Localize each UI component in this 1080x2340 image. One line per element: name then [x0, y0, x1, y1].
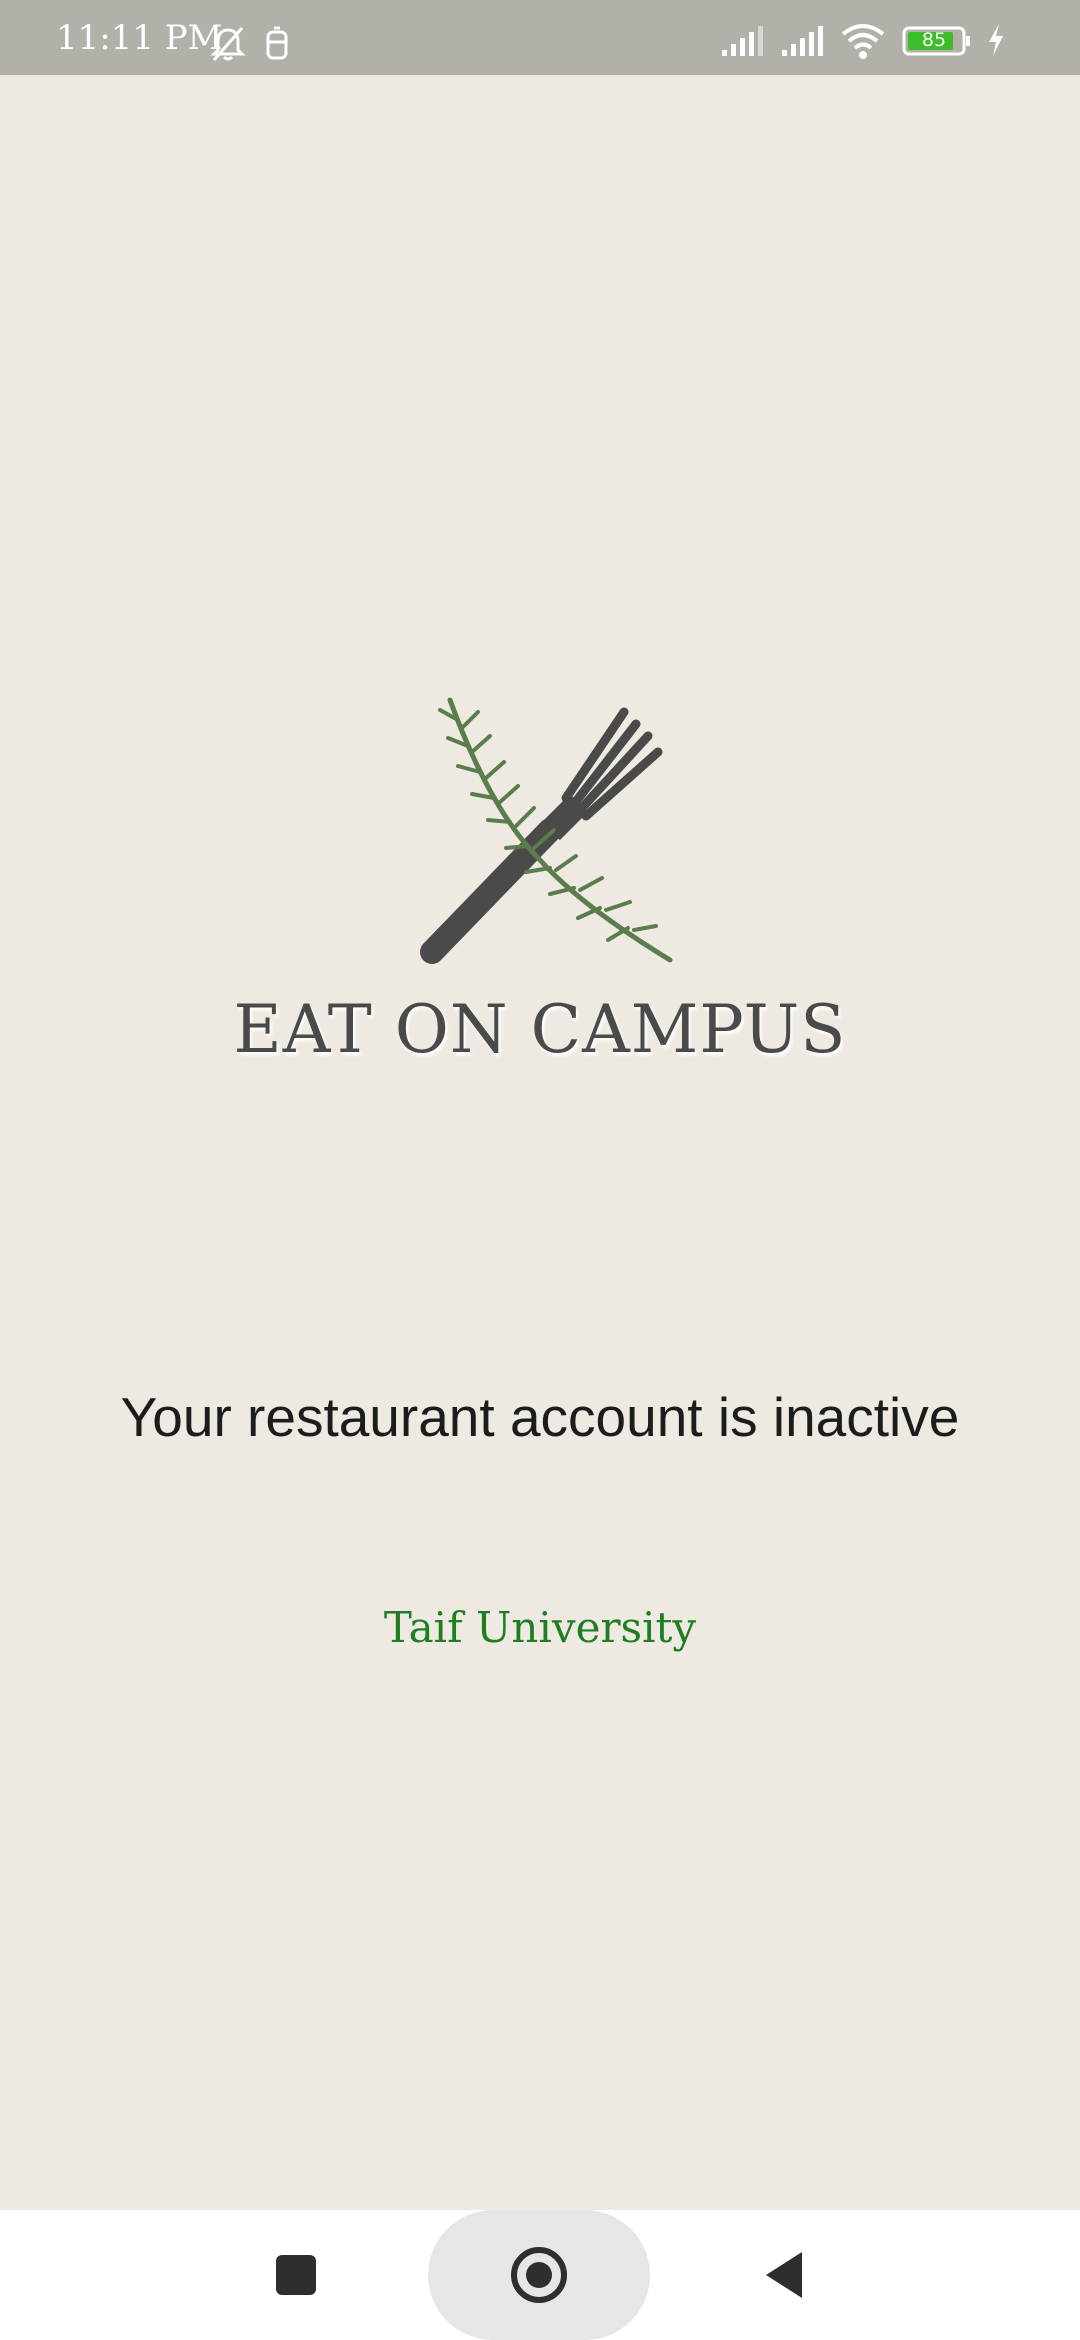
back-button[interactable]: [734, 2210, 834, 2340]
brand-wordmark: EAT ON CAMPUS: [233, 991, 847, 1068]
charging-icon: [989, 24, 1003, 56]
battery-icon: 85: [902, 26, 972, 56]
battery-level: 85: [921, 29, 947, 51]
inactive-account-message: Your restaurant account is inactive: [120, 1386, 960, 1448]
status-time: 11:11 PM: [56, 18, 223, 58]
status-right-icons: 85: [720, 22, 1050, 62]
square-icon: [276, 2255, 316, 2295]
fork-icon: [420, 707, 663, 964]
home-circle-icon: [511, 2247, 567, 2303]
brand-logo: [420, 697, 673, 964]
signal-icon: [722, 26, 763, 56]
home-button[interactable]: [428, 2210, 650, 2340]
bell-off-icon: [210, 27, 246, 61]
cup-icon: [266, 26, 288, 60]
signal-icon: [782, 26, 823, 56]
status-bar: 11:11 PM 85: [0, 0, 1080, 75]
university-name: Taif University: [383, 1603, 697, 1652]
back-triangle-icon: [766, 2252, 802, 2298]
navigation-bar: [0, 2210, 1080, 2340]
wifi-icon: [841, 24, 885, 59]
screen: 11:11 PM 85 EAT ON CAMPUS Your restauran…: [0, 0, 1080, 2340]
recents-button[interactable]: [246, 2210, 346, 2340]
